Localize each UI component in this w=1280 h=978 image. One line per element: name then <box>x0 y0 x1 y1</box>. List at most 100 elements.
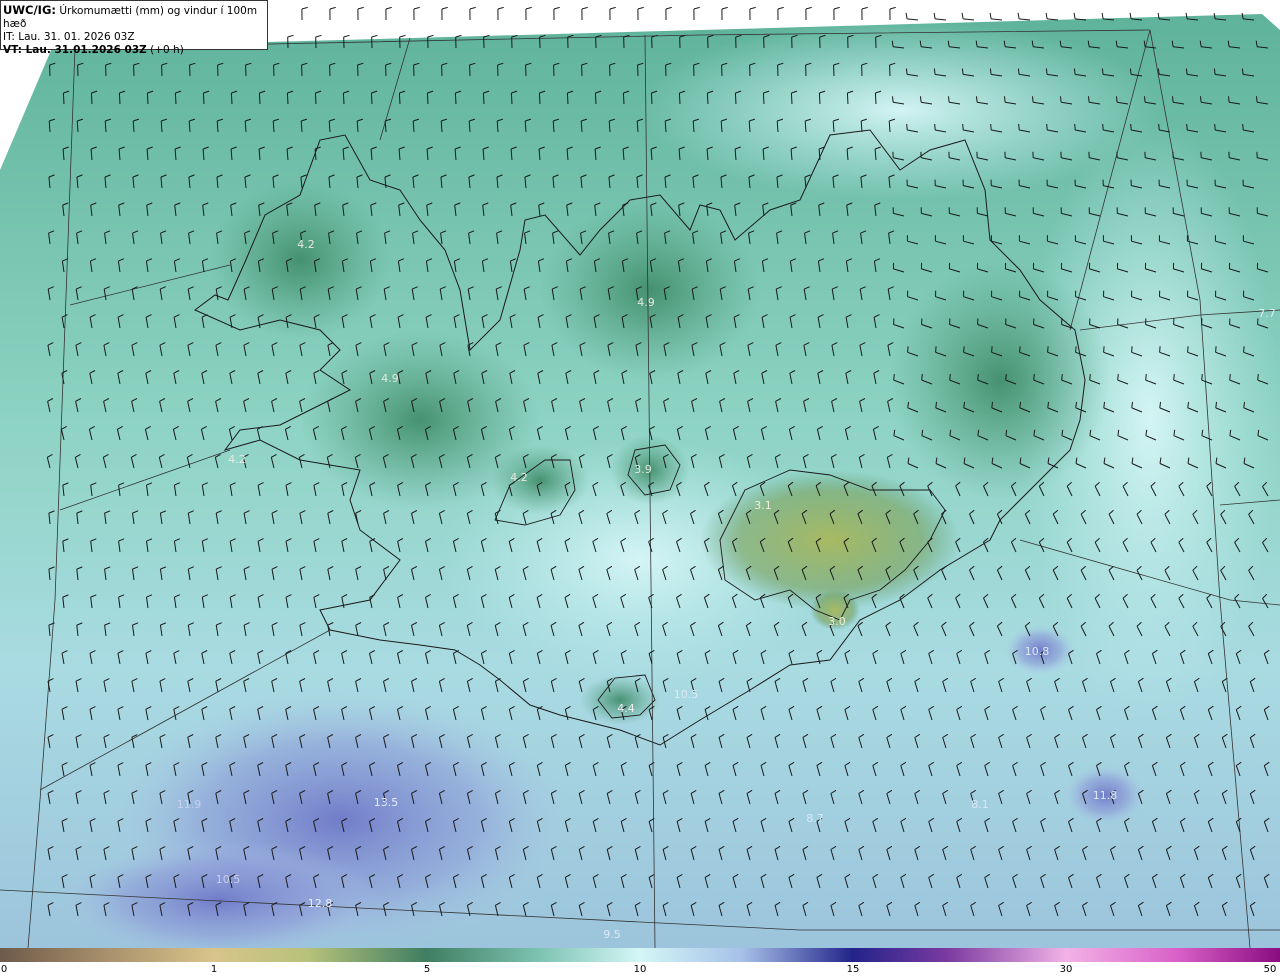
colorbar-tick: 15 <box>846 964 860 975</box>
wind-barb-feather <box>1061 374 1063 381</box>
value-label: 11.8 <box>1093 789 1118 802</box>
value-label: 11.9 <box>177 798 202 811</box>
value-label: 8.7 <box>806 812 824 825</box>
wind-barb-feather <box>1032 96 1034 103</box>
wind-barb-feather <box>1243 401 1245 408</box>
wind-barb-feather <box>963 346 965 353</box>
wind-barb-feather <box>1102 123 1104 131</box>
wind-barb-feather <box>329 6 336 10</box>
wind-barb-feather <box>1159 346 1161 353</box>
wind-barb <box>118 92 121 105</box>
wind-barb-feather <box>1242 123 1244 131</box>
wind-barb-feather <box>905 12 908 19</box>
wind-barb-feather <box>1131 346 1133 353</box>
wind-barb-feather <box>1129 68 1132 75</box>
wind-barb-feather <box>1200 96 1202 103</box>
wind-barb <box>482 92 485 105</box>
wind-barb-feather <box>805 6 812 10</box>
wind-barb-feather <box>1185 68 1188 75</box>
wind-barb-feather <box>962 123 964 131</box>
wind-barb <box>370 92 373 105</box>
wind-barb-feather <box>371 34 378 38</box>
wind-barb-feather <box>1130 123 1132 131</box>
wind-barb <box>342 92 345 105</box>
wind-barb <box>622 92 625 105</box>
wind-barb-feather <box>1033 374 1035 381</box>
wind-barb-feather <box>581 6 588 10</box>
wind-barb-feather <box>1089 374 1091 381</box>
wind-barb-feather <box>1215 401 1217 408</box>
wind-barb-feather <box>1172 96 1174 103</box>
value-label: 7.7 <box>1258 307 1276 320</box>
precipitation-colorbar <box>0 948 1280 962</box>
wind-barb <box>1047 18 1059 21</box>
wind-barb-feather <box>301 6 308 10</box>
wind-barb-feather <box>1117 374 1119 381</box>
wind-barb <box>314 92 317 105</box>
wind-barb-feather <box>1256 96 1258 103</box>
value-label: 4.9 <box>381 372 399 385</box>
wind-barb-feather <box>1005 374 1007 381</box>
wind-barb-feather <box>1144 96 1146 103</box>
wind-barb-feather <box>1075 401 1077 408</box>
wind-barb-feather <box>1101 12 1104 19</box>
wind-barb-feather <box>861 6 868 10</box>
wind-barb-feather <box>385 6 392 10</box>
wind-barb-feather <box>989 68 992 75</box>
value-label: 13.5 <box>374 796 399 809</box>
issue-time: IT: Lau. 31. 01. 2026 03Z <box>3 31 135 43</box>
wind-barb <box>991 18 1003 21</box>
wind-barb <box>1019 18 1031 21</box>
wind-barb-feather <box>989 12 992 19</box>
map-title-box: UWC/IG: Úrkomumætti (mm) og vindur í 100… <box>0 0 268 56</box>
wind-barb <box>907 18 919 21</box>
wind-barb-feather <box>609 6 616 10</box>
wind-barb <box>90 92 93 105</box>
wind-barb-feather <box>935 401 937 408</box>
wind-barb-feather <box>1073 68 1076 75</box>
wind-barb-feather <box>721 6 728 10</box>
value-label: 10.5 <box>674 688 699 701</box>
wind-barb-feather <box>1060 96 1062 103</box>
value-label: 3.0 <box>828 615 846 628</box>
wind-barb-feather <box>963 401 965 408</box>
wind-barb-feather <box>1215 346 1217 353</box>
wind-barb-feather <box>1157 68 1160 75</box>
wind-barb-feather <box>1019 346 1021 353</box>
forecast-map[interactable]: 4.2 4.9 4.9 4.2 4.2 3.9 3.1 3.0 4.4 7.7 … <box>0 0 1280 948</box>
wind-barb-feather <box>1045 68 1048 75</box>
wind-barb-feather <box>1187 346 1189 353</box>
wind-barb <box>706 92 709 105</box>
wind-barb-feather <box>934 123 936 131</box>
wind-barb-feather <box>1018 123 1020 131</box>
wind-barb <box>963 18 975 21</box>
value-label: 4.2 <box>510 471 528 484</box>
wind-barb-feather <box>1229 374 1231 381</box>
wind-barb-feather <box>892 96 894 103</box>
wind-barb-feather <box>1073 12 1076 19</box>
wind-barb-feather <box>893 374 895 381</box>
colorbar-labels: 0 1 5 10 15 30 50 <box>0 962 1280 978</box>
wind-barb-feather <box>287 34 294 38</box>
wind-barb-feather <box>933 68 936 75</box>
wind-barb <box>762 92 765 105</box>
wind-barb-feather <box>665 6 672 10</box>
wind-barb-feather <box>777 6 784 10</box>
wind-barb-feather <box>1047 346 1049 353</box>
wind-barb-feather <box>1257 374 1259 381</box>
wind-barb-feather <box>1213 68 1216 75</box>
wind-barb-feather <box>1159 401 1161 408</box>
wind-barb-feather <box>1241 68 1244 75</box>
wind-barb <box>935 18 947 21</box>
wind-barb <box>594 92 597 105</box>
value-label: 10.8 <box>1025 645 1050 658</box>
wind-barb <box>258 92 261 105</box>
wind-barb <box>678 92 681 105</box>
value-label: 3.1 <box>754 499 772 512</box>
wind-barb-feather <box>1173 374 1175 381</box>
wind-barb-feather <box>1103 401 1105 408</box>
colorbar-tick: 0 <box>0 964 8 975</box>
wind-barb-feather <box>1075 346 1077 353</box>
wind-barb-feather <box>1201 374 1203 381</box>
wind-barb-feather <box>1088 96 1090 103</box>
